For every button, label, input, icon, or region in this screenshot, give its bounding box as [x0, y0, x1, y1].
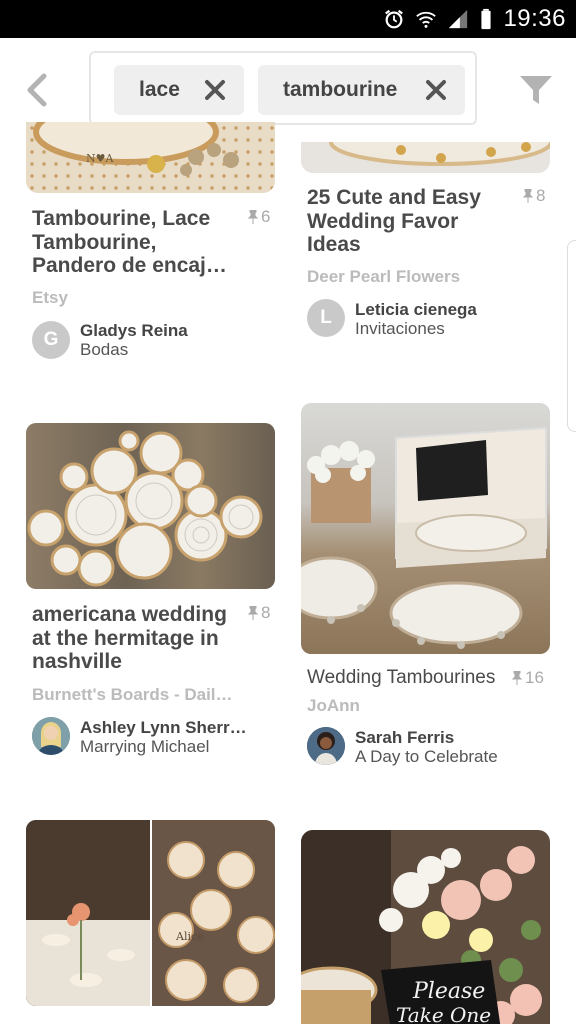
- svg-text:N♥A: N♥A: [86, 152, 114, 165]
- pin-image[interactable]: [301, 403, 550, 654]
- tambourine-decor-illustration: Alice: [26, 820, 275, 1006]
- tambourine-illustration: [329, 142, 550, 166]
- save-count: 6: [248, 207, 270, 227]
- battery-icon: [481, 8, 492, 30]
- lace-hoops-illustration: [27, 430, 263, 587]
- save-count: 8: [248, 603, 270, 623]
- pushpin-icon: [248, 606, 258, 620]
- pinner-name[interactable]: Ashley Lynn Sherr…: [80, 718, 247, 738]
- flowers-sign-illustration: Please Take One: [301, 830, 542, 1024]
- back-arrow-icon[interactable]: [20, 70, 54, 110]
- save-count: 16: [512, 668, 544, 688]
- status-bar: 19:36: [0, 0, 576, 38]
- pin-source[interactable]: JoAnn: [307, 696, 360, 716]
- chip-label: tambourine: [283, 78, 398, 101]
- board-name[interactable]: Marrying Michael: [80, 737, 209, 757]
- pin-title[interactable]: Tambourine, Lace Tambourine, Pandero de …: [32, 207, 242, 278]
- pin-image[interactable]: [26, 423, 275, 589]
- wifi-icon: [416, 11, 437, 28]
- hoop-illustration: N♥A: [33, 122, 239, 176]
- pinner-name[interactable]: Leticia cienega: [355, 300, 477, 320]
- board-name[interactable]: Bodas: [80, 340, 128, 360]
- search-tags-box[interactable]: lace tambourine: [89, 51, 477, 125]
- clock: 19:36: [503, 5, 566, 32]
- pushpin-icon: [512, 671, 522, 685]
- pin-source[interactable]: Burnett's Boards - Dail…: [32, 685, 233, 705]
- pin-image[interactable]: Alice: [26, 820, 275, 1006]
- search-chip-lace[interactable]: lace: [114, 65, 244, 115]
- remove-chip-icon[interactable]: [204, 79, 226, 101]
- remove-chip-icon[interactable]: [425, 79, 447, 101]
- avatar[interactable]: [32, 717, 70, 755]
- filter-icon[interactable]: [518, 72, 554, 108]
- pin-image[interactable]: Please Take One: [301, 830, 550, 1024]
- pin-title[interactable]: Wedding Tambourines: [307, 666, 517, 690]
- pin-title[interactable]: americana wedding at the hermitage in na…: [32, 603, 242, 674]
- svg-text:Alice: Alice: [175, 930, 204, 943]
- user-photo: [32, 717, 70, 755]
- user-photo: [307, 727, 345, 765]
- tambourine-box-illustration: [301, 426, 547, 649]
- pushpin-icon: [523, 189, 533, 203]
- avatar[interactable]: L: [307, 299, 345, 337]
- signal-icon: [449, 9, 468, 29]
- pinner-name[interactable]: Sarah Ferris: [355, 728, 454, 748]
- search-chip-tambourine[interactable]: tambourine: [258, 65, 465, 115]
- alarm-icon: [385, 9, 404, 29]
- pin-image[interactable]: N♥A: [26, 122, 275, 193]
- pin-source[interactable]: Deer Pearl Flowers: [307, 267, 460, 287]
- sign-text: Take One: [396, 1003, 491, 1024]
- pinner-name[interactable]: Gladys Reina: [80, 321, 188, 341]
- scroll-handle[interactable]: [567, 240, 576, 432]
- board-name[interactable]: Invitaciones: [355, 319, 445, 339]
- board-name[interactable]: A Day to Celebrate: [355, 747, 498, 767]
- pushpin-icon: [248, 210, 258, 224]
- chip-label: lace: [139, 78, 180, 101]
- pin-image[interactable]: [301, 142, 550, 173]
- pin-title[interactable]: 25 Cute and Easy Wedding Favor Ideas: [307, 186, 517, 257]
- save-count: 8: [523, 186, 545, 206]
- avatar[interactable]: [307, 727, 345, 765]
- pin-source[interactable]: Etsy: [32, 288, 68, 308]
- avatar[interactable]: G: [32, 321, 70, 359]
- sign-text: Please: [412, 979, 485, 1004]
